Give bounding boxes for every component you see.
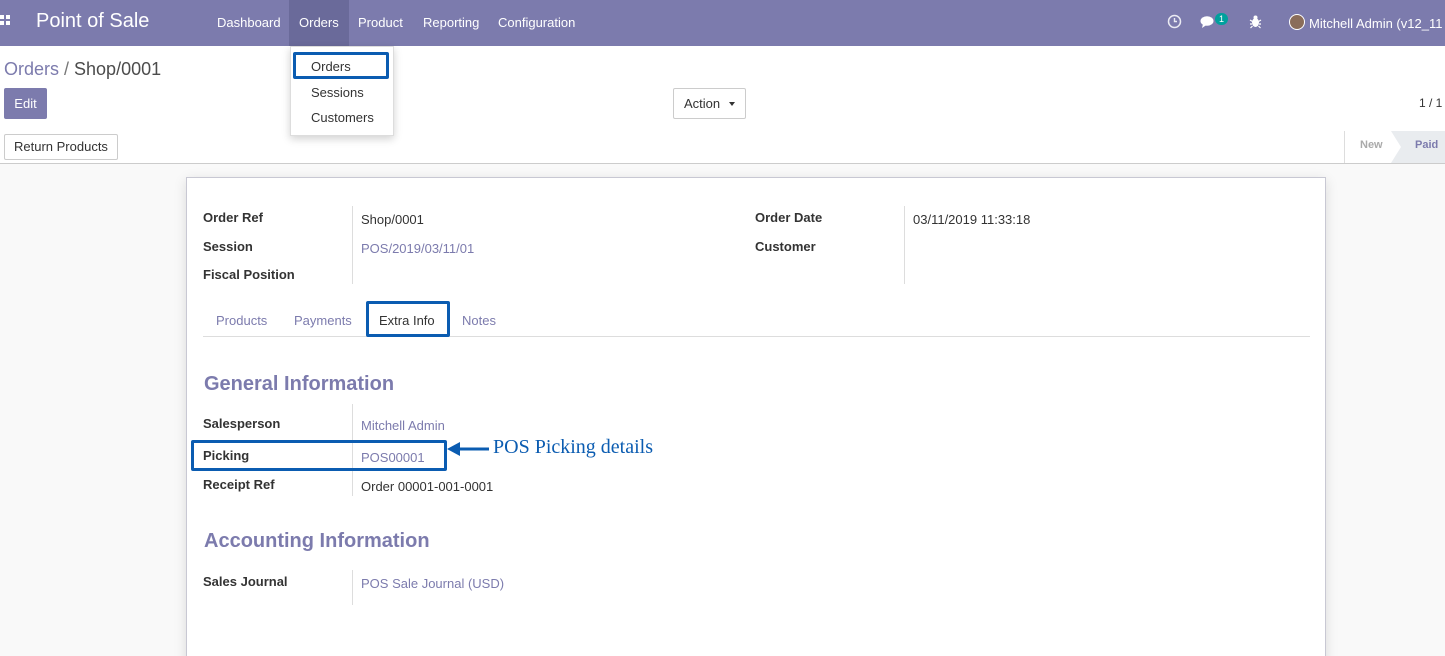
session-link[interactable]: POS/2019/03/11/01 — [361, 241, 474, 256]
extra-info-tab-highlight-box — [366, 301, 450, 337]
edit-button[interactable]: Edit — [4, 88, 47, 119]
return-products-button[interactable]: Return Products — [4, 134, 118, 160]
breadcrumb-separator: / — [64, 59, 70, 79]
session-label: Session — [203, 239, 253, 254]
sales-journal-link[interactable]: POS Sale Journal (USD) — [361, 576, 504, 591]
debug-bug-icon[interactable] — [1249, 14, 1262, 29]
action-label: Action — [684, 96, 721, 111]
receipt-ref-label: Receipt Ref — [203, 477, 275, 492]
user-avatar[interactable] — [1289, 14, 1305, 30]
order-ref-value: Shop/0001 — [361, 212, 424, 227]
field-separator — [352, 206, 353, 284]
menu-configuration[interactable]: Configuration — [488, 0, 585, 46]
field-separator — [352, 570, 353, 605]
dropdown-item-sessions[interactable]: Sessions — [311, 85, 364, 100]
menu-product[interactable]: Product — [348, 0, 413, 46]
orders-item-highlight-box — [293, 52, 389, 79]
salesperson-label: Salesperson — [203, 416, 281, 431]
activity-clock-icon[interactable] — [1167, 14, 1182, 29]
sales-journal-label: Sales Journal — [203, 574, 288, 589]
customer-label: Customer — [755, 239, 816, 254]
tab-notes[interactable]: Notes — [462, 313, 496, 328]
annotation-arrow-icon — [447, 442, 489, 456]
field-separator — [904, 206, 905, 284]
user-menu-name[interactable]: Mitchell Admin (v12_11 — [1309, 16, 1442, 31]
order-date-value: 03/11/2019 11:33:18 — [913, 212, 1031, 227]
breadcrumb-orders-link[interactable]: Orders — [4, 59, 59, 79]
stage-arrow-separator — [1391, 131, 1401, 163]
general-information-title: General Information — [204, 373, 395, 395]
picking-field-highlight-box — [191, 440, 447, 471]
stage-paid: Paid — [1415, 139, 1439, 151]
form-sheet: Order Ref Shop/0001 Session POS/2019/03/… — [186, 177, 1326, 656]
annotation-label: POS Picking details — [493, 436, 654, 458]
action-dropdown-button[interactable]: Action — [673, 88, 746, 119]
menu-reporting[interactable]: Reporting — [413, 0, 489, 46]
order-ref-label: Order Ref — [203, 210, 263, 225]
stage-new: New — [1360, 139, 1383, 151]
salesperson-link[interactable]: Mitchell Admin — [361, 418, 445, 433]
caret-down-icon — [729, 102, 735, 106]
app-title[interactable]: Point of Sale — [36, 10, 149, 33]
breadcrumb-current: Shop/0001 — [74, 59, 162, 79]
messages-badge: 1 — [1215, 13, 1229, 25]
tab-products[interactable]: Products — [216, 313, 267, 328]
top-navbar: Point of Sale Dashboard Orders Product R… — [0, 0, 1445, 46]
accounting-information-title: Accounting Information — [204, 530, 430, 552]
dropdown-item-customers[interactable]: Customers — [311, 110, 374, 125]
stage-pipeline: New Paid — [1344, 131, 1445, 163]
menu-orders[interactable]: Orders — [289, 0, 349, 46]
menu-dashboard[interactable]: Dashboard — [207, 0, 291, 46]
tab-payments[interactable]: Payments — [294, 313, 352, 328]
fiscal-position-label: Fiscal Position — [203, 267, 295, 282]
order-date-label: Order Date — [755, 210, 823, 225]
receipt-ref-value: Order 00001-001-0001 — [361, 479, 494, 494]
pager-counter[interactable]: 1 / 1 — [1419, 96, 1442, 110]
status-bar: Return Products New Paid — [0, 131, 1445, 164]
breadcrumb: Orders / Shop/0001 — [4, 59, 161, 80]
apps-menu-icon[interactable] — [0, 15, 12, 29]
